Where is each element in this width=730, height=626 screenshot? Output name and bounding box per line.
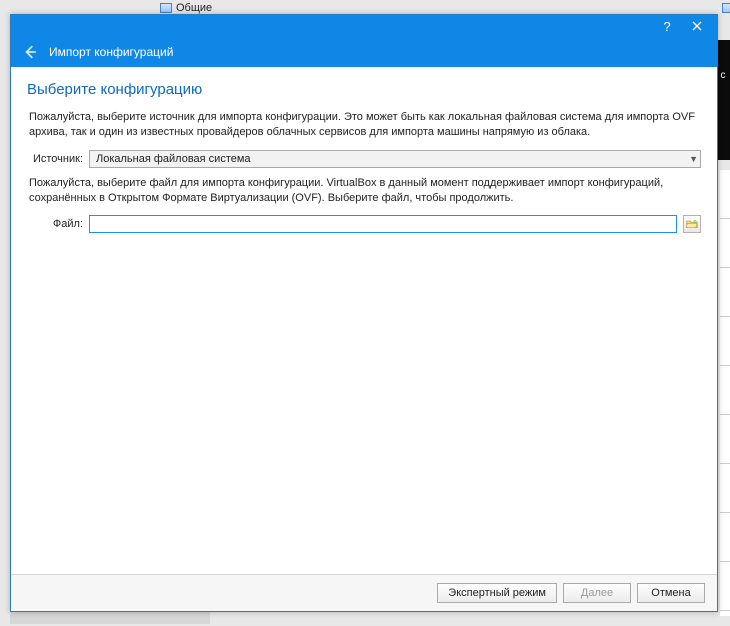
expert-mode-button[interactable]: Экспертный режим (437, 583, 557, 603)
titlebar: ? Импорт конфигураций (11, 15, 717, 67)
back-button[interactable] (21, 43, 39, 61)
dialog-content: Выберите конфигурацию Пожалуйста, выбери… (11, 67, 717, 574)
close-button[interactable] (683, 16, 711, 36)
close-icon (692, 21, 702, 31)
dialog-title: Импорт конфигураций (49, 45, 173, 59)
source-label: Источник: (27, 153, 83, 165)
chevron-down-icon: ▼ (689, 154, 698, 164)
help-button[interactable]: ? (653, 16, 681, 36)
background-stripes (720, 170, 730, 616)
bg-tab-preview: Превью (722, 2, 730, 14)
browse-button[interactable] (683, 215, 701, 233)
source-combobox[interactable]: Локальная файловая система ▼ (89, 150, 701, 168)
bg-tab-common: Общие (160, 2, 212, 14)
back-arrow-icon (23, 45, 37, 59)
cancel-button[interactable]: Отмена (637, 583, 705, 603)
folder-open-icon (686, 218, 698, 230)
import-config-dialog: ? Импорт конфигураций Выберите конфигура… (10, 14, 718, 612)
file-input[interactable] (89, 215, 677, 233)
page-title: Выберите конфигурацию (27, 81, 701, 98)
instruction-file: Пожалуйста, выберите файл для импорта ко… (27, 176, 701, 206)
background-side-panel: с (716, 40, 730, 160)
file-row: Файл: (27, 215, 701, 233)
instruction-source: Пожалуйста, выберите источник для импорт… (27, 110, 701, 140)
next-button[interactable]: Далее (563, 583, 631, 603)
dialog-footer: Экспертный режим Далее Отмена (11, 574, 717, 611)
source-combobox-value: Локальная файловая система (96, 153, 251, 165)
background-bottom-bar (10, 610, 210, 624)
file-label: Файл: (27, 218, 83, 230)
background-tabs: Общие Превью (160, 2, 730, 14)
bg-tab-common-label: Общие (176, 2, 212, 14)
source-row: Источник: Локальная файловая система ▼ (27, 150, 701, 168)
